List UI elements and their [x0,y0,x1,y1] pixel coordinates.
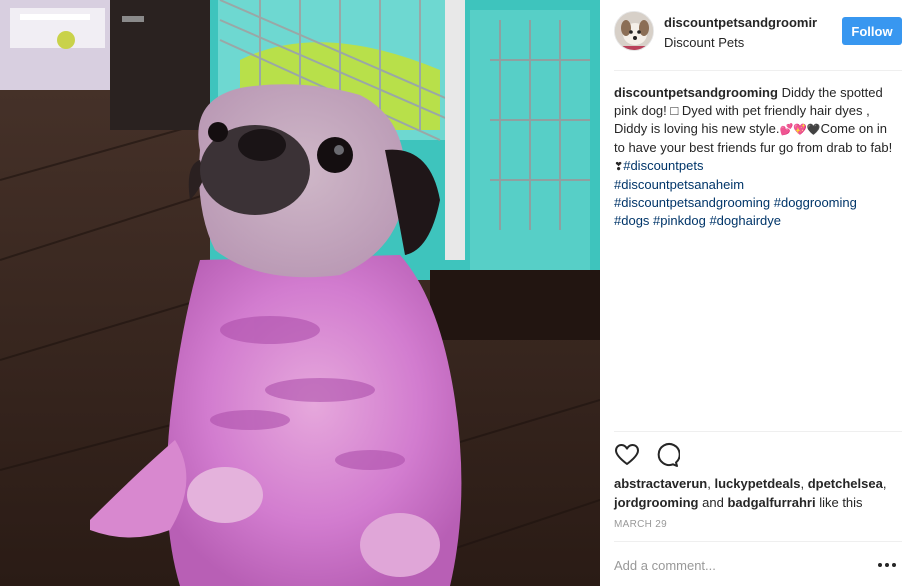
post-date[interactable]: MARCH 29 [614,519,667,530]
hashtag-link[interactable]: #doggrooming [774,195,857,210]
comment-icon[interactable] [654,442,681,468]
caption-emoji-2: ❣ [614,160,624,173]
heart-icon[interactable] [614,442,640,468]
post-photo[interactable] [0,0,600,586]
post-location[interactable]: Discount Pets [664,35,744,50]
avatar-dog-image [615,12,653,50]
hashtag-link[interactable]: #discountpets [623,158,703,173]
caption-emojis: 💕💖🖤 [779,123,821,136]
avatar[interactable] [614,11,654,51]
caption-username[interactable]: discountpetsandgrooming [614,85,778,100]
caption-divider [614,431,902,432]
post-caption: discountpetsandgrooming Diddy the spotte… [614,84,900,230]
comment-divider [614,541,902,542]
liker-link[interactable]: luckypetdeals [714,476,800,491]
liker-link[interactable]: jordgrooming [614,495,699,510]
hashtag-link[interactable]: #dogs [614,213,649,228]
pink-pug-photo [0,0,600,586]
hashtag-link[interactable]: #discountpetsanaheim [614,177,744,192]
liked-by: abstractaverun, luckypetdeals, dpetchels… [614,476,887,510]
liker-link[interactable]: badgalfurrahri [727,495,815,510]
hashtag-link[interactable]: #pinkdog [653,213,706,228]
follow-button[interactable]: Follow [842,17,902,45]
post-side-panel: discountpetsandgroomir Discount Pets Fol… [600,0,910,586]
comment-input[interactable] [614,552,864,578]
more-options-icon[interactable] [876,556,898,574]
likes-and: and [702,495,724,510]
likes-suffix: like this [819,495,863,510]
hashtag-link[interactable]: #doghairdye [709,213,781,228]
liker-link[interactable]: abstractaverun [614,476,707,491]
post-username[interactable]: discountpetsandgroomir [664,15,817,30]
header-divider [614,70,902,71]
liker-link[interactable]: dpetchelsea [808,476,883,491]
post-header: discountpetsandgroomir Discount Pets Fol… [614,11,902,55]
hashtag-link[interactable]: #discountpetsandgrooming [614,195,770,210]
